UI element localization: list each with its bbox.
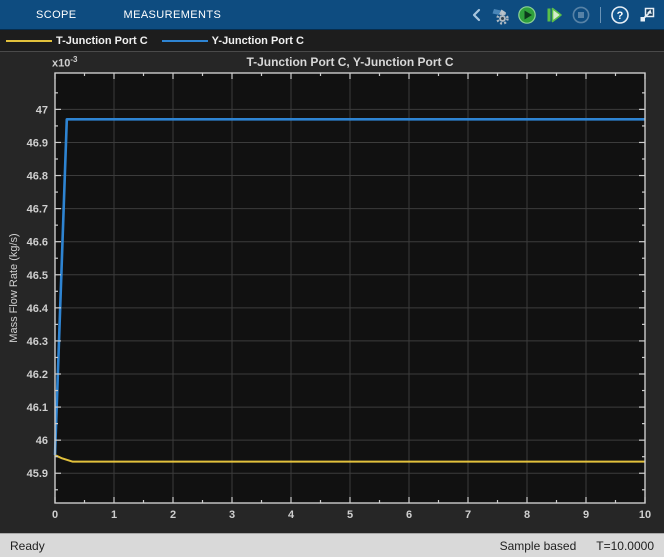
toolbar-divider (600, 7, 601, 23)
tab-scope[interactable]: SCOPE (36, 0, 77, 29)
stop-button[interactable] (570, 4, 592, 26)
svg-text:1: 1 (111, 509, 117, 521)
sim-time-text: T=10.0000 (596, 539, 654, 553)
svg-text:10: 10 (639, 509, 651, 521)
svg-text:4: 4 (288, 509, 295, 521)
popout-window-button[interactable] (636, 4, 658, 26)
simulation-settings-gear-icon[interactable] (489, 4, 511, 26)
y-axis-label: Mass Flow Rate (kg/s) (8, 233, 20, 342)
svg-text:47: 47 (36, 104, 48, 116)
svg-text:46.8: 46.8 (27, 171, 48, 183)
legend-bar: T-Junction Port C Y-Junction Port C (0, 30, 664, 52)
scope-plot[interactable]: 0 1 2 3 4 5 6 7 8 9 10 45.9 46 46.1 46.2 46.3 46.4 46.5 46… (0, 52, 664, 533)
legend-item-y-junction[interactable]: Y-Junction Port C (162, 35, 304, 47)
svg-text:9: 9 (583, 509, 589, 521)
legend-label: T-Junction Port C (56, 35, 148, 47)
svg-text:7: 7 (465, 509, 471, 521)
svg-text:45.9: 45.9 (27, 468, 48, 480)
legend-swatch-blue (162, 40, 208, 42)
svg-text:46.4: 46.4 (27, 303, 49, 315)
toolstrip-tabs: SCOPE MEASUREMENTS (0, 0, 221, 29)
legend-item-t-junction[interactable]: T-Junction Port C (6, 35, 148, 47)
svg-text:46.6: 46.6 (27, 237, 48, 249)
toolstrip: SCOPE MEASUREMENTS (0, 0, 664, 30)
svg-text:6: 6 (406, 509, 412, 521)
help-button[interactable]: ? (609, 4, 631, 26)
svg-text:46.1: 46.1 (27, 402, 48, 414)
svg-text:46.9: 46.9 (27, 137, 48, 149)
plot-title: T-Junction Port C, Y-Junction Port C (55, 55, 645, 69)
svg-text:46: 46 (36, 435, 48, 447)
svg-text:46.3: 46.3 (27, 336, 48, 348)
svg-text:46.5: 46.5 (27, 270, 48, 282)
status-text: Ready (10, 539, 45, 553)
legend-swatch-yellow (6, 40, 52, 42)
run-button[interactable] (516, 4, 538, 26)
toolbar-button-group: ? (468, 0, 658, 30)
legend-label: Y-Junction Port C (212, 35, 304, 47)
sample-mode-text: Sample based (500, 539, 577, 553)
svg-text:8: 8 (524, 509, 530, 521)
status-bar: Ready Sample based T=10.0000 (0, 533, 664, 557)
svg-text:?: ? (617, 10, 624, 22)
svg-text:2: 2 (170, 509, 176, 521)
scope-figure: 0 1 2 3 4 5 6 7 8 9 10 45.9 46 46.1 46.2 46.3 46.4 46.5 46… (0, 52, 664, 533)
svg-text:46.7: 46.7 (27, 204, 48, 216)
svg-text:5: 5 (347, 509, 353, 521)
svg-text:46.2: 46.2 (27, 369, 48, 381)
svg-text:3: 3 (229, 509, 235, 521)
collapse-toolstrip-chevron-icon[interactable] (468, 4, 484, 26)
scope-window: SCOPE MEASUREMENTS (0, 0, 664, 557)
svg-text:0: 0 (52, 509, 58, 521)
tab-measurements[interactable]: MEASUREMENTS (124, 0, 222, 29)
step-forward-button[interactable] (543, 4, 565, 26)
